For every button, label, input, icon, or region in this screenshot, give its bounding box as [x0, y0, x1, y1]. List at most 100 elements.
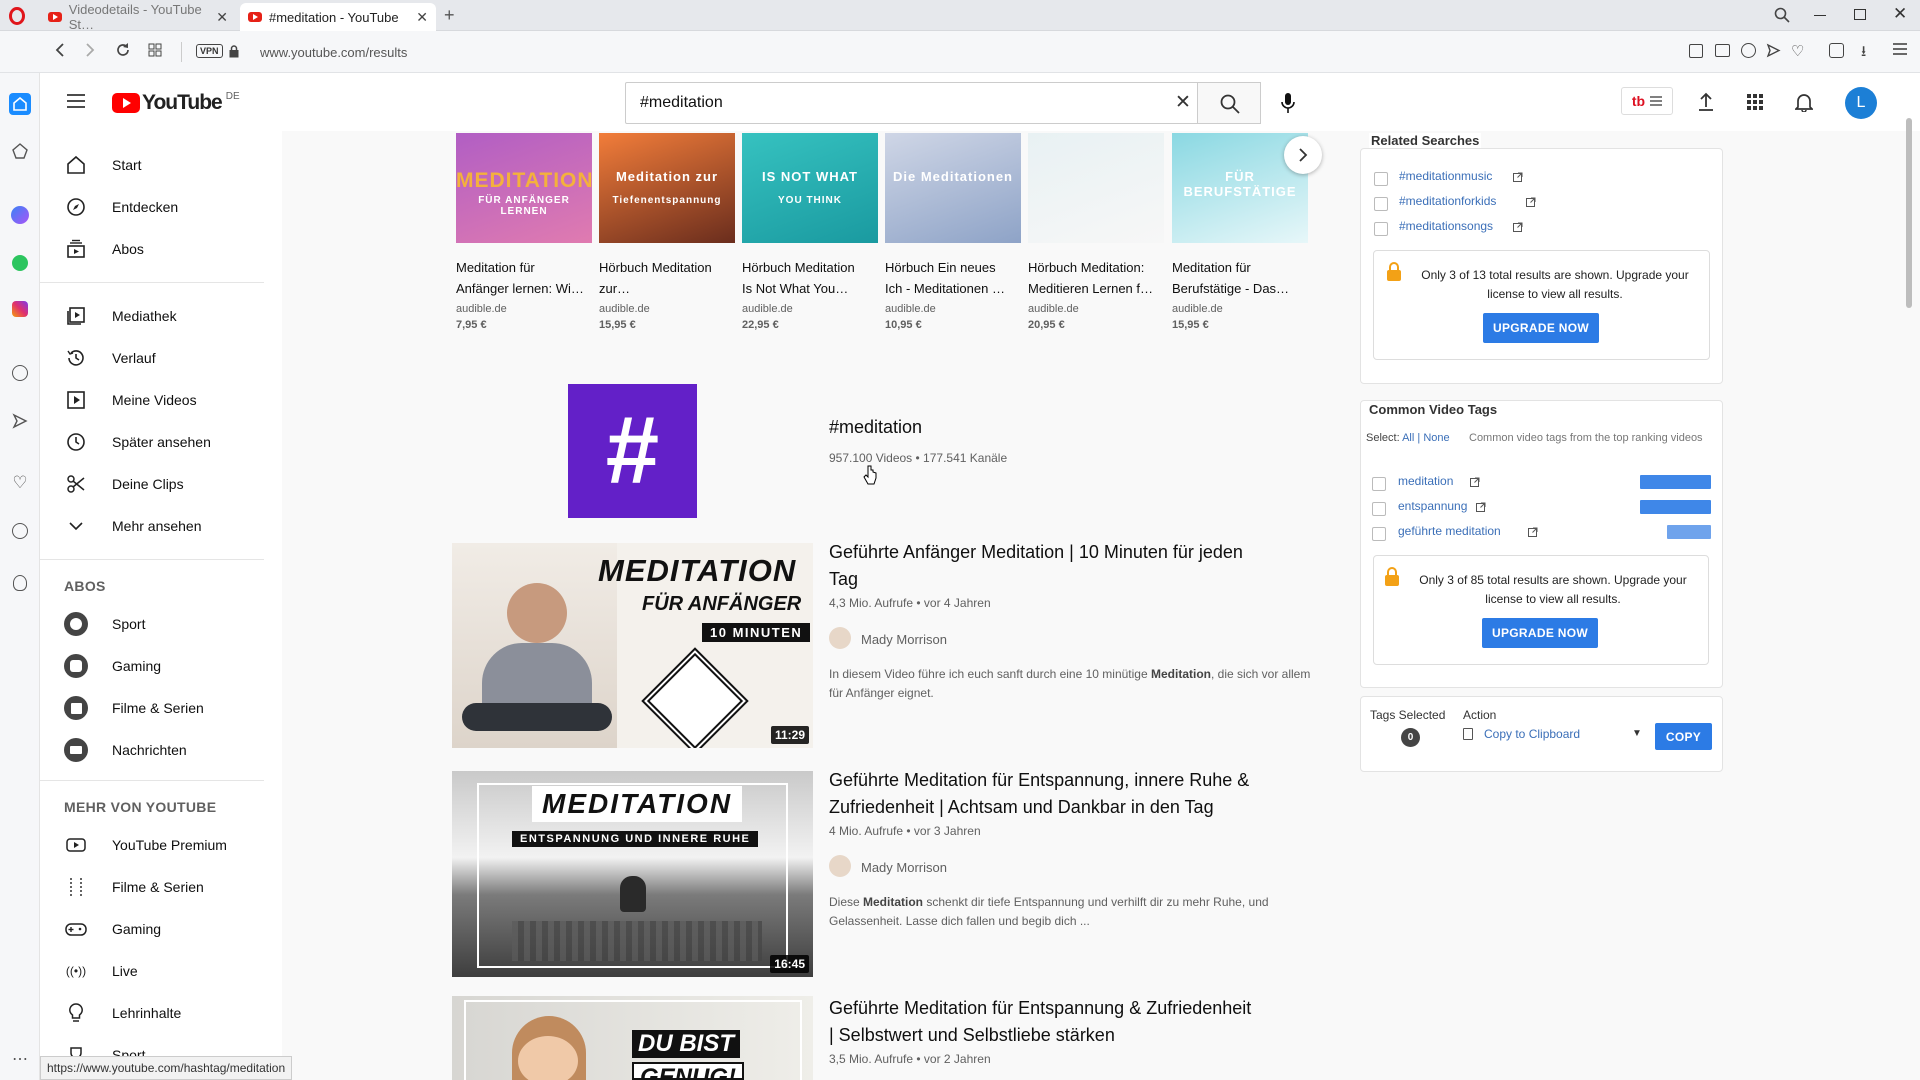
- search-button[interactable]: [1197, 82, 1261, 124]
- search-tabs-icon[interactable]: [1774, 7, 1790, 23]
- extension-toolbar-button[interactable]: tb: [1621, 87, 1673, 115]
- guide-item-gaming-more[interactable]: Gaming: [40, 909, 280, 949]
- menu-icon[interactable]: [1893, 43, 1907, 55]
- video-thumbnail-2[interactable]: MEDITATION ENTSPANNUNG UND INNERE RUHE 1…: [452, 771, 813, 977]
- select-all-link[interactable]: All: [1402, 432, 1414, 444]
- account-avatar[interactable]: L: [1845, 87, 1877, 119]
- heart-icon[interactable]: ♡: [1791, 42, 1804, 60]
- whatsapp-icon[interactable]: [10, 253, 30, 273]
- shelf-card[interactable]: Die Meditationen Hörbuch Ein neues Ich - M…: [885, 133, 1021, 343]
- vpn-badge[interactable]: VPN: [196, 44, 223, 58]
- guide-item-verlauf[interactable]: Verlauf: [40, 338, 280, 378]
- related-checkbox[interactable]: [1374, 172, 1388, 186]
- tips-icon[interactable]: [10, 573, 30, 593]
- shelf-card[interactable]: Meditation zur Tiefenentspannung Hörbuch M…: [599, 133, 735, 343]
- microphone-icon[interactable]: [1281, 92, 1295, 114]
- extensions-icon[interactable]: [1829, 43, 1844, 58]
- video-title-3[interactable]: Geführte Meditation für Entspannung & Zu…: [829, 995, 1269, 1049]
- video-title-2[interactable]: Geführte Meditation für Entspannung, inn…: [829, 767, 1289, 821]
- channel-avatar[interactable]: [829, 855, 851, 877]
- video-title-1[interactable]: Geführte Anfänger Meditation | 10 Minute…: [829, 539, 1269, 593]
- opera-logo-icon[interactable]: [9, 7, 25, 25]
- hamburger-menu-icon[interactable]: [67, 94, 85, 108]
- minimize-icon[interactable]: [1814, 15, 1826, 16]
- url-field[interactable]: www.youtube.com/results: [260, 45, 407, 60]
- adblock-icon[interactable]: [1741, 43, 1756, 58]
- send-icon[interactable]: [1766, 43, 1781, 58]
- bookmarks-heart-icon[interactable]: ♡: [10, 473, 30, 493]
- copy-button[interactable]: COPY: [1655, 723, 1712, 750]
- apps-grid-icon[interactable]: [1747, 94, 1763, 110]
- close-icon[interactable]: ✕: [416, 9, 428, 26]
- restore-icon[interactable]: [1854, 9, 1866, 20]
- channel-name-1[interactable]: Mady Morrison: [861, 632, 947, 647]
- hashtag-title[interactable]: #meditation: [829, 417, 922, 438]
- history-icon[interactable]: [10, 521, 30, 541]
- tab-videodetails[interactable]: Videodetails - YouTube St… ✕: [40, 2, 236, 32]
- video-thumbnail-1[interactable]: MEDITATION FÜR ANFÄNGER 10 MINUTEN 11:29: [452, 543, 813, 748]
- related-link[interactable]: #meditationforkids: [1399, 194, 1496, 208]
- tag-link[interactable]: entspannung: [1398, 499, 1467, 513]
- channel-name-2[interactable]: Mady Morrison: [861, 860, 947, 875]
- shelf-next-button[interactable]: [1284, 136, 1322, 174]
- back-icon[interactable]: [54, 42, 66, 58]
- close-window-icon[interactable]: ✕: [1893, 4, 1907, 24]
- messenger-icon[interactable]: [10, 205, 30, 225]
- guide-item-mehr-ansehen[interactable]: Mehr ansehen: [40, 506, 280, 546]
- page-scrollbar[interactable]: [1906, 118, 1912, 308]
- download-icon[interactable]: ⭳: [1861, 41, 1866, 66]
- tag-checkbox[interactable]: [1372, 527, 1386, 541]
- external-link-icon[interactable]: [1476, 502, 1486, 512]
- search-box[interactable]: #meditation ✕: [625, 82, 1198, 124]
- youtube-logo[interactable]: YouTube DE: [112, 91, 240, 115]
- guide-item-gaming[interactable]: Gaming: [40, 646, 280, 686]
- guide-item-mediathek[interactable]: Mediathek: [40, 296, 280, 336]
- guide-item-sport[interactable]: Sport: [40, 604, 280, 644]
- speed-dial-icon[interactable]: [10, 141, 30, 161]
- external-link-icon[interactable]: [1512, 172, 1523, 182]
- camera-icon[interactable]: [1715, 44, 1730, 57]
- shelf-card[interactable]: Hörbuch Meditation: Meditieren Lernen f… a…: [1028, 133, 1164, 343]
- forward-icon[interactable]: [84, 42, 96, 58]
- edit-icon[interactable]: [1689, 44, 1703, 58]
- related-checkbox[interactable]: [1374, 197, 1388, 211]
- guide-item-spaeter-ansehen[interactable]: Später ansehen: [40, 422, 280, 462]
- related-link[interactable]: #meditationsongs: [1399, 219, 1493, 233]
- speed-dial-icon[interactable]: [148, 43, 162, 57]
- tag-checkbox[interactable]: [1372, 502, 1386, 516]
- guide-item-live[interactable]: ((•)) Live: [40, 951, 280, 991]
- guide-item-entdecken[interactable]: Entdecken: [40, 187, 280, 227]
- guide-item-abos[interactable]: Abos: [40, 229, 280, 269]
- channel-avatar[interactable]: [829, 627, 851, 649]
- action-select[interactable]: Copy to Clipboard ▼: [1462, 724, 1642, 746]
- guide-item-filme-serien[interactable]: Filme & Serien: [40, 688, 280, 728]
- clear-search-icon[interactable]: ✕: [1175, 91, 1191, 114]
- guide-item-youtube-premium[interactable]: YouTube Premium: [40, 825, 280, 865]
- guide-item-start[interactable]: Start: [40, 145, 280, 185]
- close-icon[interactable]: ✕: [216, 9, 228, 26]
- tab-meditation[interactable]: #meditation - YouTube ✕: [240, 3, 436, 31]
- guide-item-lehrinhalte[interactable]: Lehrinhalte: [40, 993, 280, 1033]
- instagram-icon[interactable]: [10, 299, 30, 319]
- shelf-card[interactable]: MEDITATION FÜR ANFÄNGER LERNEN Meditation …: [456, 133, 592, 343]
- new-tab-icon[interactable]: +: [444, 5, 455, 26]
- more-icon[interactable]: ⋯: [10, 1049, 30, 1069]
- shelf-card[interactable]: IS NOT WHAT YOU THINK Hörbuch Meditation Is…: [742, 133, 878, 343]
- tags-upgrade-button[interactable]: UPGRADE NOW: [1482, 618, 1598, 648]
- external-link-icon[interactable]: [1470, 477, 1480, 487]
- player-icon[interactable]: [10, 363, 30, 383]
- related-link[interactable]: #meditationmusic: [1399, 169, 1492, 183]
- guide-item-meine-videos[interactable]: Meine Videos: [40, 380, 280, 420]
- select-none-link[interactable]: None: [1423, 432, 1449, 444]
- search-input[interactable]: #meditation: [640, 94, 723, 112]
- video-thumbnail-3[interactable]: DU BIST GENUG!: [452, 996, 813, 1080]
- tag-checkbox[interactable]: [1372, 477, 1386, 491]
- reload-icon[interactable]: [115, 42, 131, 58]
- notifications-bell-icon[interactable]: [1795, 92, 1813, 112]
- related-checkbox[interactable]: [1374, 222, 1388, 236]
- tag-link[interactable]: geführte meditation: [1398, 524, 1501, 538]
- tag-link[interactable]: meditation: [1398, 474, 1453, 488]
- guide-item-filme-serien-more[interactable]: Filme & Serien: [40, 867, 280, 907]
- guide-item-nachrichten[interactable]: Nachrichten: [40, 730, 280, 770]
- external-link-icon[interactable]: [1525, 197, 1536, 207]
